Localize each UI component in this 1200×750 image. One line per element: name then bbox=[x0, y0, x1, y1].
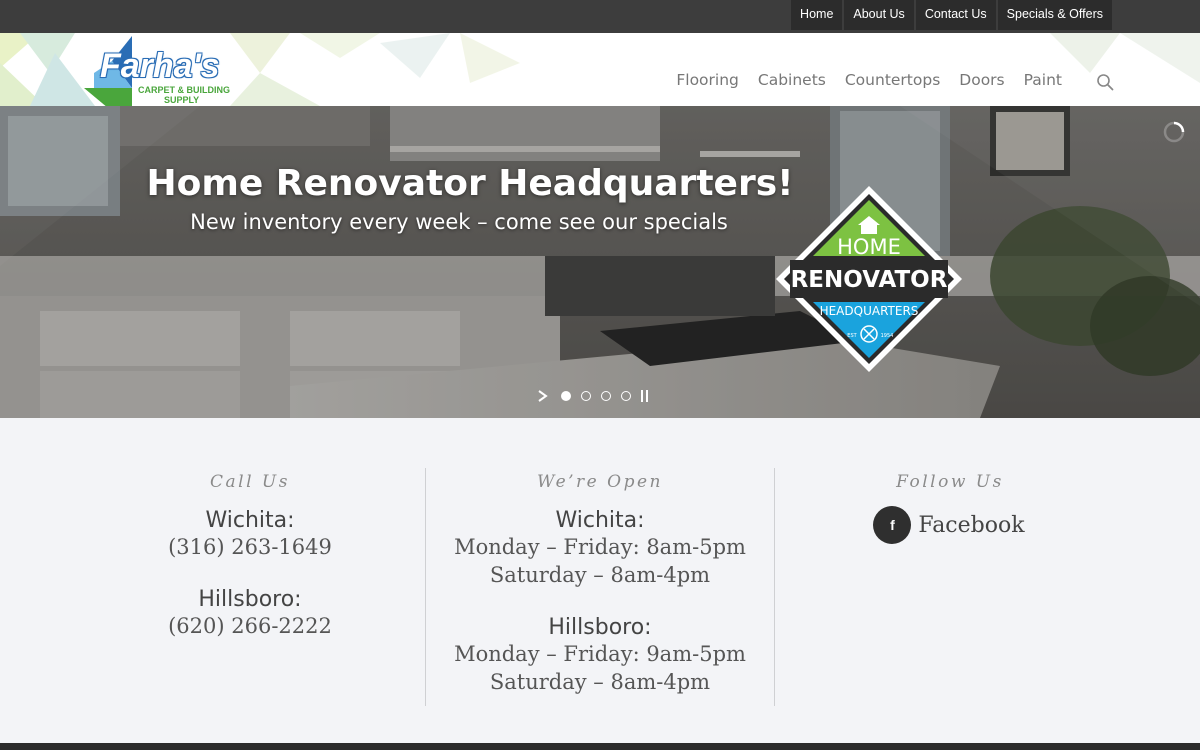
top-nav-contact-link[interactable]: Contact Us bbox=[915, 0, 996, 30]
hours-column: We’re Open Wichita: Monday – Friday: 8am… bbox=[425, 468, 775, 706]
top-nav-about-link[interactable]: About Us bbox=[844, 0, 914, 30]
top-nav: Home About Us Contact Us Specials & Offe… bbox=[789, 0, 1112, 30]
hillsboro-label: Hillsboro: bbox=[198, 587, 302, 612]
wichita-label: Wichita: bbox=[205, 508, 295, 533]
hillsboro-saturday-hours: Saturday – 8am-4pm bbox=[489, 670, 711, 694]
hero-slider: Home Renovator Headquarters! New invento… bbox=[0, 106, 1200, 418]
contact-info-section: Call Us Wichita: (316) 263-1649 Hillsbor… bbox=[0, 418, 1200, 743]
facebook-link[interactable]: f Facebook bbox=[873, 506, 1025, 544]
call-us-heading: Call Us bbox=[210, 472, 290, 492]
badge-year-text: 1954 bbox=[881, 333, 894, 339]
facebook-label: Facebook bbox=[918, 512, 1025, 538]
slider-dot-3[interactable] bbox=[601, 391, 611, 401]
chevron-right-icon[interactable] bbox=[536, 389, 550, 403]
follow-us-column: Follow Us f Facebook bbox=[775, 468, 1125, 544]
main-nav: Flooring Cabinets Countertops Doors Pain… bbox=[657, 71, 1062, 89]
logo-wordmark[interactable]: Farha's bbox=[100, 47, 220, 86]
slider-dot-4[interactable] bbox=[621, 391, 631, 401]
wichita-saturday-hours: Saturday – 8am-4pm bbox=[489, 563, 711, 587]
wichita-hours-label: Wichita: bbox=[555, 508, 645, 533]
search-icon[interactable] bbox=[1096, 73, 1114, 91]
footer-strip bbox=[0, 743, 1200, 750]
wichita-weekday-hours: Monday – Friday: 8am-5pm bbox=[454, 535, 746, 559]
hero-kitchen-image bbox=[0, 106, 1200, 418]
facebook-icon: f bbox=[873, 506, 912, 544]
nav-doors-link[interactable]: Doors bbox=[959, 71, 1004, 89]
nav-flooring-link[interactable]: Flooring bbox=[676, 71, 739, 89]
top-nav-home-link[interactable]: Home bbox=[791, 0, 843, 30]
loading-spinner-icon bbox=[1163, 121, 1185, 143]
call-us-column: Call Us Wichita: (316) 263-1649 Hillsbor… bbox=[75, 468, 425, 640]
site-header: Farha's CARPET & BUILDING SUPPLY Floorin… bbox=[0, 33, 1200, 106]
wichita-phone[interactable]: (316) 263-1649 bbox=[75, 533, 425, 561]
pause-icon[interactable] bbox=[640, 390, 650, 402]
home-renovator-badge: HOME RENOVATOR HEADQUARTERS EST 1954 bbox=[776, 186, 962, 372]
nav-cabinets-link[interactable]: Cabinets bbox=[758, 71, 826, 89]
badge-est-text: EST bbox=[847, 333, 857, 339]
logo-tagline-line1: CARPET & BUILDING bbox=[138, 85, 230, 95]
hillsboro-phone[interactable]: (620) 266-2222 bbox=[75, 612, 425, 640]
badge-home-text: HOME bbox=[837, 235, 901, 259]
slider-dot-1[interactable] bbox=[561, 391, 571, 401]
follow-us-heading: Follow Us bbox=[896, 472, 1004, 492]
badge-headquarters-text: HEADQUARTERS bbox=[820, 304, 919, 318]
logo-tagline-line2: SUPPLY bbox=[164, 95, 200, 105]
slider-controls bbox=[536, 387, 650, 405]
nav-countertops-link[interactable]: Countertops bbox=[845, 71, 940, 89]
hillsboro-weekday-hours: Monday – Friday: 9am-5pm bbox=[454, 642, 746, 666]
nav-paint-link[interactable]: Paint bbox=[1024, 71, 1062, 89]
top-nav-specials-link[interactable]: Specials & Offers bbox=[997, 0, 1112, 30]
badge-renovator-text: RENOVATOR bbox=[791, 267, 948, 293]
hours-heading: We’re Open bbox=[537, 472, 663, 492]
slider-dot-2[interactable] bbox=[581, 391, 591, 401]
top-utility-bar: Home About Us Contact Us Specials & Offe… bbox=[0, 0, 1200, 33]
hillsboro-hours-label: Hillsboro: bbox=[548, 615, 652, 640]
